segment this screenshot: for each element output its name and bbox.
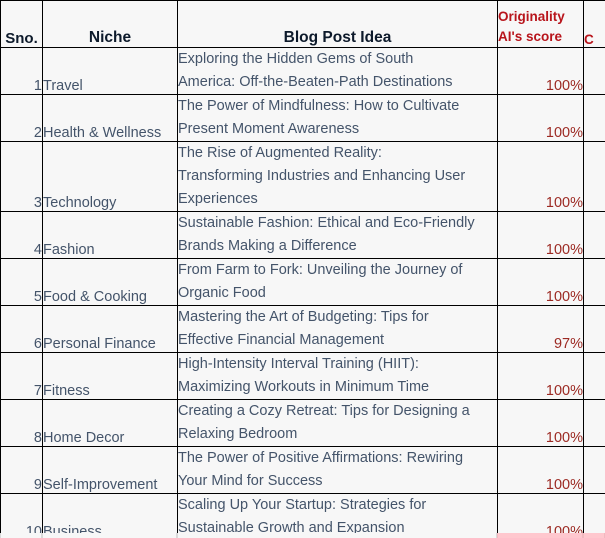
cell-originality-score[interactable]: 100% [497,47,584,95]
cell-partial-cutoff[interactable] [583,493,605,538]
table-row[interactable]: 2 Health & Wellness The Power of Mindful… [0,94,605,142]
cell-originality-score[interactable]: 100% [497,258,584,306]
cell-partial-cutoff[interactable] [583,141,605,212]
idea-line: Present Moment Awareness [178,121,360,137]
ghost-cell-sno [0,533,42,538]
cell-blog-post-idea[interactable]: From Farm to Fork: Unveiling the Journey… [177,258,498,306]
spreadsheet-canvas: Sno. Niche Blog Post Idea Originality AI… [0,0,605,538]
cell-niche[interactable]: Fashion [42,211,178,259]
ghost-cell-idea [177,533,497,538]
cell-partial-cutoff[interactable] [583,47,605,95]
cell-partial-cutoff[interactable] [583,258,605,306]
cell-niche[interactable]: Self-Improvement [42,446,178,494]
originality-header-line1: Originality [498,9,565,24]
table-row[interactable]: 4 Fashion Sustainable Fashion: Ethical a… [0,211,605,259]
cell-originality-score[interactable]: 100% [497,352,584,400]
idea-line: From Farm to Fork: Unveiling the Journey… [178,262,463,278]
originality-header-line2: AI's score [498,29,562,44]
cell-blog-post-idea[interactable]: Mastering the Art of Budgeting: Tips for… [177,305,498,353]
cell-sno[interactable]: 6 [0,305,43,353]
idea-line: Exploring the Hidden Gems of South [178,51,414,67]
idea-line: Organic Food [178,285,266,301]
idea-line: The Rise of Augmented Reality: [178,145,382,161]
cell-sno[interactable]: 9 [0,446,43,494]
idea-line: Creating a Cozy Retreat: Tips for Design… [178,403,470,419]
cell-originality-score[interactable]: 97% [497,305,584,353]
idea-line: The Power of Mindfulness: How to Cultiva… [178,98,460,114]
table-row[interactable]: 5 Food & Cooking From Farm to Fork: Unve… [0,258,605,306]
cell-sno[interactable]: 1 [0,47,43,95]
cell-originality-score[interactable]: 100% [497,94,584,142]
cell-niche[interactable]: Technology [42,141,178,212]
idea-line: Your Mind for Success [178,473,323,489]
cell-partial-cutoff[interactable] [583,399,605,447]
column-header-sno[interactable]: Sno. [0,0,43,48]
cell-niche[interactable]: Food & Cooking [42,258,178,306]
cell-partial-cutoff[interactable] [583,305,605,353]
cell-blog-post-idea[interactable]: Exploring the Hidden Gems of South Ameri… [177,47,498,95]
idea-line: Sustainable Fashion: Ethical and Eco-Fri… [178,215,475,231]
cell-niche[interactable]: Personal Finance [42,305,178,353]
idea-line: High-Intensity Interval Training (HIIT): [178,356,419,372]
cell-originality-score[interactable]: 100% [497,399,584,447]
cell-niche[interactable]: Home Decor [42,399,178,447]
idea-line: Effective Financial Management [178,332,385,348]
table-row[interactable]: 10 Business Scaling Up Your Startup: Str… [0,493,605,538]
cell-partial-cutoff[interactable] [583,211,605,259]
table-row[interactable]: 3 Technology The Rise of Augmented Reali… [0,141,605,212]
table-row[interactable]: 8 Home Decor Creating a Cozy Retreat: Ti… [0,399,605,447]
cell-originality-score[interactable]: 100% [497,493,584,538]
column-header-niche[interactable]: Niche [42,0,178,48]
blog-post-idea-table: Sno. Niche Blog Post Idea Originality AI… [0,0,605,538]
cell-sno[interactable]: 8 [0,399,43,447]
table-header: Sno. Niche Blog Post Idea Originality AI… [0,0,605,48]
cell-sno[interactable]: 5 [0,258,43,306]
cell-blog-post-idea[interactable]: Scaling Up Your Startup: Strategies for … [177,493,498,538]
cell-niche[interactable]: Fitness [42,352,178,400]
ghost-cell-extra [583,533,605,538]
table-row[interactable]: 1 Travel Exploring the Hidden Gems of So… [0,47,605,95]
idea-line: Experiences [178,191,258,207]
idea-line: Relaxing Bedroom [178,426,298,442]
table-row[interactable]: 6 Personal Finance Mastering the Art of … [0,305,605,353]
idea-line: Brands Making a Difference [178,238,357,254]
idea-line: Scaling Up Your Startup: Strategies for [178,497,427,513]
cell-blog-post-idea[interactable]: High-Intensity Interval Training (HIIT):… [177,352,498,400]
cell-blog-post-idea[interactable]: Creating a Cozy Retreat: Tips for Design… [177,399,498,447]
cell-partial-cutoff[interactable] [583,352,605,400]
cell-sno[interactable]: 7 [0,352,43,400]
column-header-partial-cutoff[interactable]: C [583,0,605,48]
cell-blog-post-idea[interactable]: The Rise of Augmented Reality: Transform… [177,141,498,212]
column-header-blog-post-idea[interactable]: Blog Post Idea [177,0,498,48]
ghost-cell-niche [42,533,177,538]
cell-blog-post-idea[interactable]: Sustainable Fashion: Ethical and Eco-Fri… [177,211,498,259]
column-header-originality-ai-score[interactable]: Originality AI's score [497,0,584,48]
table-row[interactable]: 7 Fitness High-Intensity Interval Traini… [0,352,605,400]
cell-sno[interactable]: 2 [0,94,43,142]
cell-niche[interactable]: Health & Wellness [42,94,178,142]
cell-blog-post-idea[interactable]: The Power of Mindfulness: How to Cultiva… [177,94,498,142]
cell-sno[interactable]: 3 [0,141,43,212]
partial-next-row [0,533,605,538]
cell-niche[interactable]: Travel [42,47,178,95]
cell-originality-score[interactable]: 100% [497,446,584,494]
cell-sno[interactable]: 4 [0,211,43,259]
cell-blog-post-idea[interactable]: The Power of Positive Affirmations: Rewi… [177,446,498,494]
cell-originality-score[interactable]: 100% [497,211,584,259]
table-row[interactable]: 9 Self-Improvement The Power of Positive… [0,446,605,494]
cell-niche[interactable]: Business [42,493,178,538]
cell-originality-score[interactable]: 100% [497,141,584,212]
idea-line: Transforming Industries and Enhancing Us… [178,168,466,184]
table-body: 1 Travel Exploring the Hidden Gems of So… [0,47,605,538]
cell-partial-cutoff[interactable] [583,446,605,494]
idea-line: The Power of Positive Affirmations: Rewi… [178,450,464,466]
cell-sno[interactable]: 10 [0,493,43,538]
ghost-cell-score [497,533,583,538]
idea-line: Maximizing Workouts in Minimum Time [178,379,430,395]
cell-partial-cutoff[interactable] [583,94,605,142]
idea-line: America: Off-the-Beaten-Path Destination… [178,74,453,90]
idea-line: Mastering the Art of Budgeting: Tips for [178,309,429,325]
table-header-row: Sno. Niche Blog Post Idea Originality AI… [0,0,605,48]
